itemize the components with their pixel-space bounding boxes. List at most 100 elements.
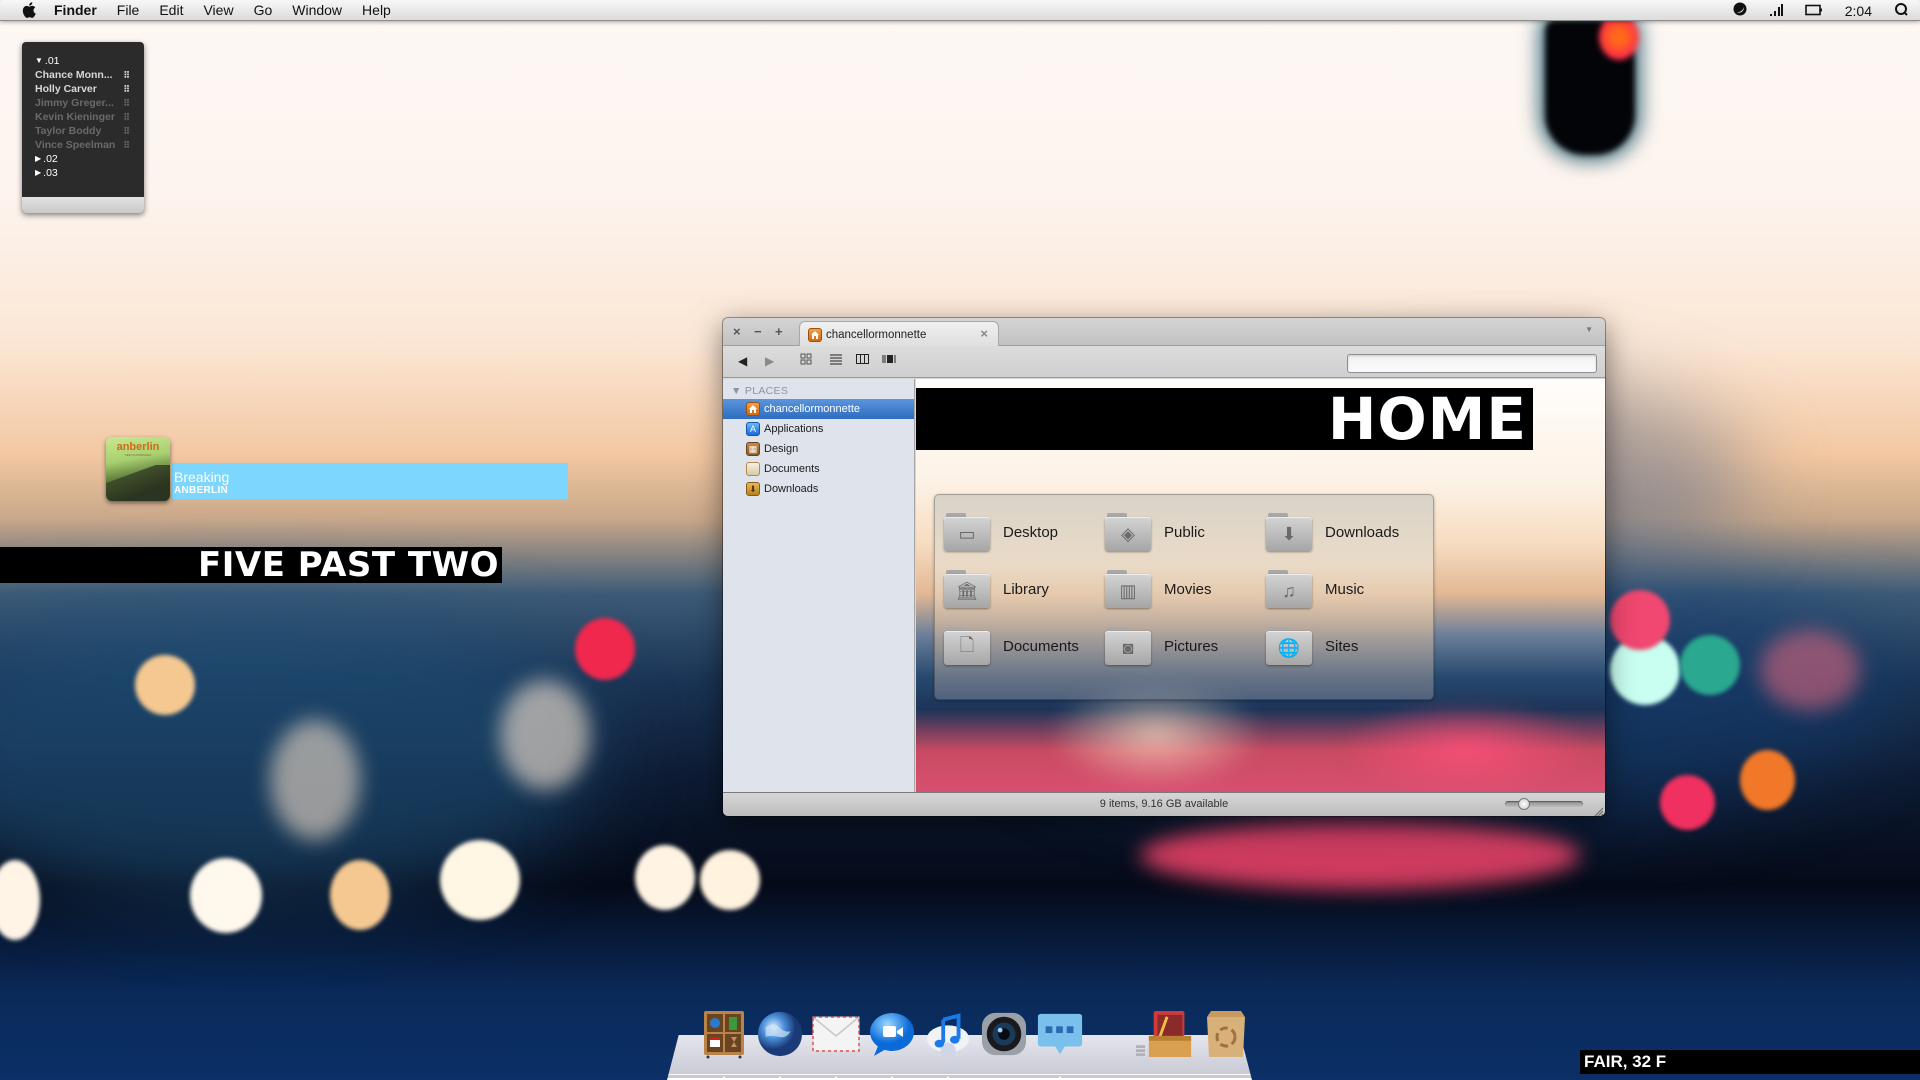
list-view-button[interactable] [830, 353, 842, 369]
zoom-window-icon[interactable]: + [775, 324, 783, 339]
window-titlebar[interactable]: × − + chancellormonnette × ▼ [723, 318, 1605, 347]
contact-item[interactable]: Vince Speelman ⠿ [35, 138, 144, 152]
tab-home[interactable]: chancellormonnette × [799, 321, 999, 347]
group-01-toggle[interactable]: ▼ .01 [35, 54, 144, 68]
documents-icon [746, 462, 760, 476]
design-folder-icon: ▦ [746, 442, 760, 456]
forward-arrow-icon[interactable]: ▶ [765, 353, 774, 369]
contact-name: Vince Speelman [35, 139, 116, 151]
dock-item-applications-stack[interactable] [1146, 1008, 1194, 1060]
sidebar-item-design[interactable]: ▦ Design [723, 439, 914, 459]
group-label: .03 [43, 167, 58, 179]
folder-label: Library [1003, 580, 1049, 598]
resize-grip-icon[interactable] [1593, 804, 1604, 816]
dock-item-safari-globe[interactable] [756, 1008, 804, 1060]
sidebar-item-applications[interactable]: A Applications [723, 419, 914, 439]
menubar-clock[interactable]: 2:04 [1845, 3, 1872, 19]
group-03-toggle[interactable]: ▶ .03 [35, 166, 144, 180]
icon-size-slider[interactable] [1505, 798, 1583, 810]
track-artist: ANBERLIN [174, 485, 229, 496]
minimize-window-icon[interactable]: − [754, 324, 762, 339]
close-window-icon[interactable]: × [733, 324, 741, 339]
sidebar-item-label: Design [764, 443, 799, 455]
moon-icon[interactable] [1733, 2, 1747, 19]
folder-pictures[interactable]: ◙ Pictures [1105, 624, 1265, 668]
album-art[interactable]: anberlin NEW SURRENDER [106, 437, 170, 501]
battery-icon[interactable] [1804, 3, 1823, 19]
folder-label: Music [1325, 580, 1365, 598]
search-input[interactable] [1347, 354, 1597, 373]
menu-view[interactable]: View [203, 2, 233, 18]
cover-flow-view-button[interactable] [882, 353, 897, 369]
dock-item-camera[interactable] [980, 1008, 1028, 1060]
apple-menu-icon[interactable] [20, 1, 38, 19]
running-indicator [888, 1076, 896, 1080]
downloads-icon: ⬇ [746, 482, 760, 496]
folder-desktop[interactable]: ▭ Desktop [944, 510, 1104, 554]
sidebar-item-home[interactable]: chancellormonnette [723, 399, 914, 419]
contact-name: Chance Monn... [35, 69, 113, 81]
folder-sites[interactable]: 🌐 Sites [1266, 624, 1426, 668]
contact-item[interactable]: Holly Carver ⠿ [35, 82, 144, 96]
dock-item-books-shelf[interactable] [700, 1008, 748, 1060]
finder-window: × − + chancellormonnette × ▼ ◀ ▶ ▼ PLACE… [723, 318, 1605, 816]
sidebar-section-places[interactable]: ▼ PLACES [723, 379, 914, 399]
contact-item[interactable]: Taylor Boddy ⠿ [35, 124, 144, 138]
menu-go[interactable]: Go [254, 2, 273, 18]
contact-item[interactable]: Kevin Kieninger ⠿ [35, 110, 144, 124]
sites-folder-icon: 🌐 [1266, 627, 1312, 665]
dock-item-mail[interactable] [812, 1008, 860, 1060]
icon-view-button[interactable] [800, 353, 812, 369]
close-tab-icon[interactable]: × [980, 326, 988, 341]
window-toolbar: ◀ ▶ [723, 346, 1605, 378]
folder-label: Public [1164, 523, 1205, 541]
dock-item-itunes[interactable] [924, 1008, 972, 1060]
folder-music[interactable]: ♫ Music [1266, 567, 1426, 611]
menu-window[interactable]: Window [292, 2, 342, 18]
finder-sidebar: ▼ PLACES chancellormonnette A Applicatio… [723, 379, 915, 792]
group-02-toggle[interactable]: ▶ .02 [35, 152, 144, 166]
folder-label: Desktop [1003, 523, 1059, 541]
contact-name: Kevin Kieninger [35, 111, 115, 123]
menu-help[interactable]: Help [362, 2, 391, 18]
column-view-button[interactable] [856, 353, 869, 369]
downloads-folder-icon: ⬇ [1266, 513, 1312, 551]
status-bar: 9 items, 9.16 GB available [723, 792, 1605, 816]
signal-bars-icon[interactable] [1769, 3, 1783, 19]
grip-icon: ⠿ [123, 84, 130, 94]
back-arrow-icon[interactable]: ◀ [738, 353, 747, 369]
menu-edit[interactable]: Edit [159, 2, 183, 18]
contact-name: Jimmy Greger... [35, 97, 114, 109]
spotlight-search-icon[interactable] [1894, 2, 1908, 19]
running-indicator [1056, 1076, 1064, 1080]
folder-library[interactable]: 🏛 Library [944, 567, 1104, 611]
tab-dropdown-icon[interactable]: ▼ [1585, 325, 1593, 334]
weather-widget: FAIR, 32 F [1580, 1050, 1920, 1074]
sidebar-item-label: chancellormonnette [764, 403, 861, 415]
sidebar-item-downloads[interactable]: ⬇ Downloads [723, 479, 914, 499]
menu-file[interactable]: File [117, 2, 140, 18]
dock-item-facetime[interactable] [868, 1008, 916, 1060]
dock-item-messages[interactable] [1036, 1008, 1084, 1060]
documents-folder-icon: 🗋 [944, 627, 990, 665]
section-label: PLACES [744, 385, 789, 397]
applications-stack-icon [1148, 1010, 1192, 1058]
pictures-folder-icon: ◙ [1105, 627, 1151, 665]
folder-downloads[interactable]: ⬇ Downloads [1266, 510, 1426, 554]
folder-movies[interactable]: ▥ Movies [1105, 567, 1265, 611]
contact-item[interactable]: Chance Monn... ⠿ [35, 68, 144, 82]
music-folder-icon: ♫ [1266, 570, 1312, 608]
menu-app-name[interactable]: Finder [54, 2, 97, 18]
sidebar-item-documents[interactable]: Documents [723, 459, 914, 479]
dock-item-trash[interactable] [1202, 1008, 1250, 1060]
folder-public[interactable]: ◈ Public [1105, 510, 1265, 554]
itunes-icon [926, 1013, 970, 1058]
grip-icon: ⠿ [123, 70, 130, 80]
trash-recycle-icon [1207, 1011, 1245, 1057]
disclosure-down-icon: ▼ [35, 56, 43, 65]
folder-label: Movies [1164, 580, 1212, 598]
contact-item[interactable]: Jimmy Greger... ⠿ [35, 96, 144, 110]
folder-documents[interactable]: 🗋 Documents [944, 624, 1104, 668]
home-icon [746, 402, 760, 416]
group-label: .02 [43, 153, 58, 165]
